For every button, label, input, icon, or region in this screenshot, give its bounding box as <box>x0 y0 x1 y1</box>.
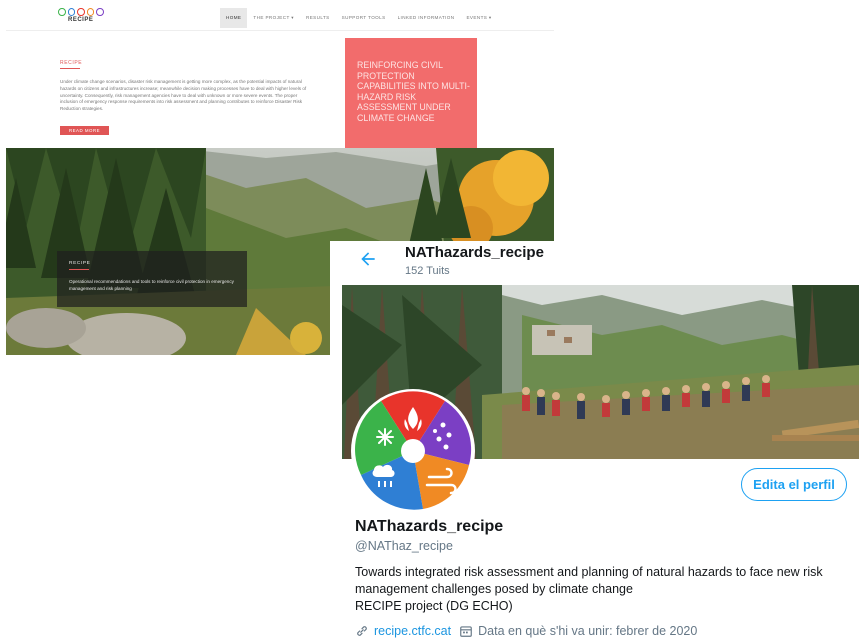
profile-website-link[interactable]: recipe.ctfc.cat <box>374 624 451 638</box>
profile-avatar[interactable] <box>351 389 475 513</box>
site-navbar: RECIPE HOME THE PROJECT ▾ RESULTS SUPPOR… <box>6 2 554 31</box>
intro-divider <box>60 68 80 69</box>
read-more-button[interactable]: READ MORE <box>60 126 109 135</box>
calendar-icon <box>460 626 472 637</box>
join-date: Data en què s'hi va unir: febrer de 2020 <box>478 624 698 638</box>
back-arrow-icon[interactable] <box>358 248 378 270</box>
hero-label: RECIPE <box>69 261 91 266</box>
nav-results[interactable]: RESULTS <box>300 8 336 28</box>
nav-linked-information[interactable]: LINKED INFORMATION <box>392 8 461 28</box>
profile-header-name: NAThazards_recipe <box>405 244 544 261</box>
intro-label: RECIPE <box>60 60 83 66</box>
tweet-count: 152 Tuits <box>405 265 450 277</box>
hero-caption-card: RECIPE Operational recommendations and t… <box>57 251 247 307</box>
intro-text: Under climate change scenarios, disaster… <box>60 79 307 112</box>
nav-the-project[interactable]: THE PROJECT ▾ <box>247 8 300 28</box>
edit-profile-button[interactable]: Edita el perfil <box>741 468 847 501</box>
hero-text: Operational recommendations and tools to… <box>69 279 234 291</box>
highlight-box: REINFORCING CIVIL PROTECTION CAPABILITIE… <box>345 38 477 150</box>
twitter-profile: NAThazards_recipe 152 Tuits Edita el per… <box>330 241 859 640</box>
site-nav-menu: HOME THE PROJECT ▾ RESULTS SUPPORT TOOLS… <box>220 8 498 28</box>
bio-line: management challenges posed by climate c… <box>355 582 633 596</box>
recipe-hazards-logo <box>355 391 472 510</box>
profile-meta: recipe.ctfc.cat Data en què s'hi va unir… <box>355 624 697 638</box>
nav-home[interactable]: HOME <box>220 8 248 28</box>
logo-circles <box>58 8 104 16</box>
bio-line: Towards integrated risk assessment and p… <box>355 565 823 579</box>
bio-line: RECIPE project (DG ECHO) <box>355 599 513 613</box>
profile-handle: @NAThaz_recipe <box>355 539 453 553</box>
snowflake-icon <box>376 428 394 446</box>
nav-events[interactable]: EVENTS ▾ <box>460 8 497 28</box>
hero-divider <box>69 269 89 270</box>
logo-text: RECIPE <box>68 17 94 23</box>
highlight-text: REINFORCING CIVIL PROTECTION CAPABILITIE… <box>357 60 470 123</box>
recipe-logo[interactable]: RECIPE <box>58 8 104 28</box>
profile-name: NAThazards_recipe <box>355 518 504 535</box>
profile-bio: Towards integrated risk assessment and p… <box>355 564 855 615</box>
nav-support-tools[interactable]: SUPPORT TOOLS <box>336 8 392 28</box>
link-icon <box>357 626 367 636</box>
